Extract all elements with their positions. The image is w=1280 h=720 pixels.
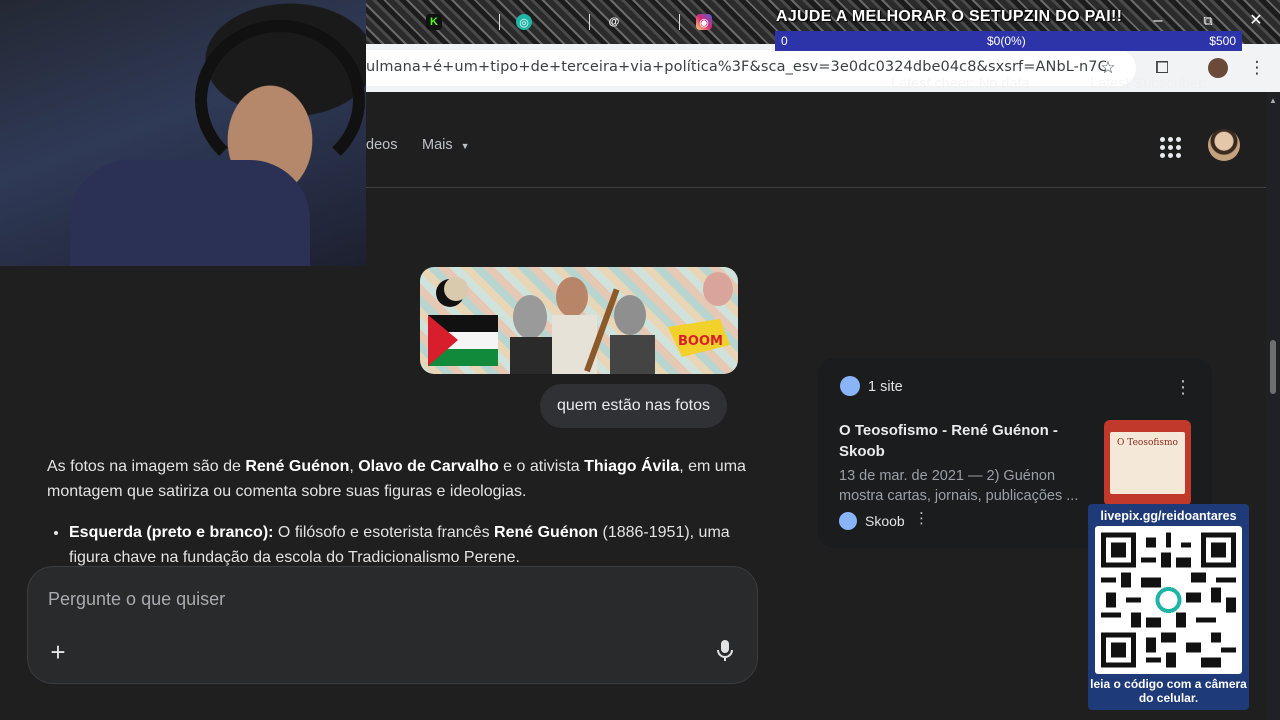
browser-tab[interactable]: @ <box>600 8 680 36</box>
donation-goal-title: AJUDE A MELHORAR O SETUPZIN DO PAI!! <box>776 8 1123 25</box>
latest-cheer: Latest cheer: No data <box>891 76 1030 92</box>
list-item: Esquerda (preto e branco): O filósofo e … <box>69 520 747 570</box>
more-options-icon[interactable]: ⋮ <box>1174 377 1192 398</box>
threads-icon: @ <box>608 16 620 28</box>
prompt-box: + <box>27 566 758 684</box>
qr-code-image <box>1095 526 1242 674</box>
latest-subscriber: Latest Subscriber: <box>1090 76 1207 92</box>
answer-list: Esquerda (preto e branco): O filósofo e … <box>47 520 747 570</box>
source-more-icon[interactable]: ⋮ <box>914 509 929 527</box>
sources-count: 1 site <box>868 379 903 395</box>
qr-url: livepix.gg/reidoantares <box>1100 509 1237 523</box>
donation-goal-bar: 0 $0(0%) $500 <box>775 31 1242 51</box>
headset-image <box>195 20 365 180</box>
user-message-bubble: quem estão nas fotos <box>540 384 727 428</box>
instagram-icon: ◉ <box>696 14 712 30</box>
source-link-title[interactable]: O Teosofismo - René Guénon - Skoob <box>839 420 1079 462</box>
source-thumbnail[interactable]: O Teosofismo <box>1104 420 1191 506</box>
scrollbar-thumb[interactable] <box>1270 340 1276 394</box>
goal-current: $0(0%) <box>987 34 1026 48</box>
source-snippet: 13 de mar. de 2021 — 2) Guénon mostra ca… <box>839 468 1079 504</box>
profile-avatar-icon[interactable] <box>1206 56 1230 80</box>
tab-videos[interactable]: deos <box>366 137 397 153</box>
tab-more-label: Mais <box>422 137 453 153</box>
qr-caption: leia o código com a câmera do celular. <box>1090 677 1247 705</box>
collage-image: BOOM <box>428 272 733 374</box>
webcam-overlay <box>0 0 366 266</box>
site-icon: ◎ <box>516 14 532 30</box>
plus-icon: + <box>50 637 66 667</box>
apps-grid-icon[interactable] <box>1158 135 1182 159</box>
tab-more[interactable]: Mais ▼ <box>422 137 470 153</box>
scroll-up-icon[interactable]: ▲ <box>1269 96 1277 105</box>
book-cover-title: O Teosofismo <box>1110 432 1185 494</box>
kick-icon: K <box>426 14 442 30</box>
source-site-name: Skoob <box>865 513 905 529</box>
skoob-favicon-icon <box>839 512 857 530</box>
browser-tab[interactable]: ◉ <box>690 8 770 36</box>
goal-target: $500 <box>1209 34 1236 48</box>
browser-menu-icon[interactable]: ⋮ <box>1245 56 1269 80</box>
svg-text:BOOM: BOOM <box>678 334 723 349</box>
uploaded-image[interactable]: BOOM <box>420 267 738 374</box>
caret-down-icon: ▼ <box>460 141 470 151</box>
flag-image <box>428 315 498 366</box>
avatar[interactable] <box>1208 129 1240 161</box>
goal-start: 0 <box>781 34 788 48</box>
browser-tab[interactable]: K <box>420 8 500 36</box>
prompt-input[interactable] <box>48 589 648 610</box>
microphone-icon <box>717 640 733 661</box>
ai-answer: As fotos na imagem são de René Guénon, O… <box>47 454 747 570</box>
answer-paragraph: As fotos na imagem são de René Guénon, O… <box>47 458 746 500</box>
mic-button[interactable] <box>716 639 734 663</box>
close-icon[interactable]: ✕ <box>1241 8 1271 34</box>
site-favicon-icon <box>840 376 860 396</box>
browser-tab[interactable]: ◎ <box>510 8 590 36</box>
page-scrollbar[interactable]: ▲ <box>1266 92 1280 720</box>
url-text[interactable]: ulmana+é+um+tipo+de+terceira+via+polític… <box>366 59 1106 75</box>
donation-qr-panel: livepix.gg/reidoantares leia o código co… <box>1088 504 1249 710</box>
add-attachment-button[interactable]: + <box>46 637 70 668</box>
